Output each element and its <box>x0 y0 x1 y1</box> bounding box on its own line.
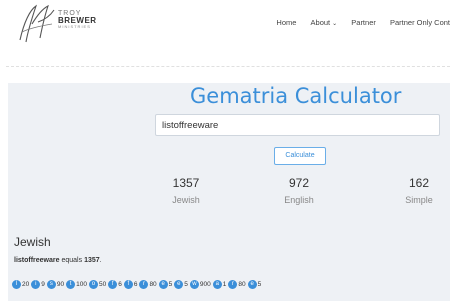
letter-value: 5 <box>168 281 173 288</box>
letter-value: 900 <box>199 281 211 288</box>
chevron-down-icon: ⌄ <box>332 21 338 27</box>
letter-item: e5 <box>247 280 262 289</box>
letter-item: e5 <box>158 280 173 289</box>
logo-text: TROY BREWER MINISTRIES <box>58 10 97 29</box>
logo-line-3: MINISTRIES <box>58 24 91 29</box>
section-title-jewish: Jewish <box>14 235 51 249</box>
letter-item: o 50 <box>88 280 107 289</box>
letter-value: 80 <box>238 281 246 288</box>
letter-value: 9 <box>41 281 45 288</box>
result-value: 1357 <box>172 176 200 190</box>
nav-about[interactable]: About ⌄ <box>311 18 338 27</box>
letter-value: 1 <box>222 281 227 288</box>
signature-logo-icon <box>19 4 55 43</box>
letter-badge: e <box>247 280 257 289</box>
letter-badge: e <box>158 280 168 289</box>
letter-badge: r <box>139 280 149 289</box>
header-divider <box>6 66 450 67</box>
nav-partner-only[interactable]: Partner Only Cont <box>390 18 450 27</box>
nav-partner[interactable]: Partner <box>351 18 376 27</box>
letter-value: 50 <box>98 281 107 288</box>
nav-home[interactable]: Home <box>276 18 296 27</box>
equals-summary: listoffreeware equals 1357. <box>14 257 102 264</box>
result-label: Jewish <box>172 195 200 205</box>
letter-value: 20 <box>22 281 30 288</box>
result-english: 972 English <box>259 176 339 205</box>
letter-item: r 80 <box>139 280 157 289</box>
result-value: 972 <box>288 176 310 190</box>
letter-item: f6 <box>123 280 138 289</box>
letter-item: r 80 <box>228 280 246 289</box>
result-label: Simple <box>405 195 433 205</box>
letter-value: 80 <box>149 281 157 288</box>
site-logo[interactable]: TROY BREWER MINISTRIES <box>14 2 124 46</box>
result-value: 162 <box>408 176 430 190</box>
letter-item: w 900 <box>189 280 211 289</box>
letter-badge: s <box>46 280 56 289</box>
letter-badge: e <box>174 280 184 289</box>
letter-badge: i <box>31 280 41 289</box>
letter-value: 5 <box>257 281 262 288</box>
letter-item: t 100 <box>66 280 87 289</box>
summary-total: 1357 <box>84 257 100 264</box>
result-jewish: 1357 Jewish <box>146 176 226 205</box>
summary-equals-text: equals <box>59 257 85 264</box>
result-label: English <box>284 195 314 205</box>
result-simple: 162 Simple <box>379 176 450 205</box>
letter-item: e5 <box>174 280 188 289</box>
letter-item: l 20 <box>12 280 29 289</box>
letter-breakdown: l 20 i 9 s 90 t 100 o 50 f 6 f 6 r 80 e 5 e 5 w 900 a 1 r 80 e 5 <box>12 280 263 289</box>
letter-badge: a <box>212 280 222 289</box>
letter-value: 5 <box>184 281 188 288</box>
site-header: TROY BREWER MINISTRIES Home About ⌄ Partn… <box>0 0 450 52</box>
summary-word: listoffreeware <box>14 257 60 264</box>
letter-value: 6 <box>133 281 138 288</box>
letter-item: i9 <box>31 280 45 289</box>
letter-badge: r <box>228 280 238 289</box>
page-title: Gematria Calculator <box>190 84 402 108</box>
letter-value: 100 <box>76 281 87 288</box>
letter-badge: t <box>66 280 76 289</box>
letter-badge: o <box>88 280 98 289</box>
nav-about-label: About <box>310 18 331 27</box>
letter-value: 6 <box>118 281 122 288</box>
phrase-input[interactable]: listoffreeware <box>155 114 440 136</box>
calculate-button[interactable]: Calculate <box>274 147 326 165</box>
letter-item: f6 <box>108 280 122 289</box>
letter-badge: l <box>12 280 21 289</box>
summary-period: . <box>99 257 102 264</box>
letter-badge: w <box>189 280 199 289</box>
main-nav: Home About ⌄ Partner Partner Only Cont <box>264 18 450 27</box>
letter-item: a1 <box>212 280 227 289</box>
letter-badge: f <box>123 280 133 289</box>
letter-item: s 90 <box>46 280 65 289</box>
letter-badge: f <box>108 280 118 289</box>
letter-value: 90 <box>56 281 65 288</box>
